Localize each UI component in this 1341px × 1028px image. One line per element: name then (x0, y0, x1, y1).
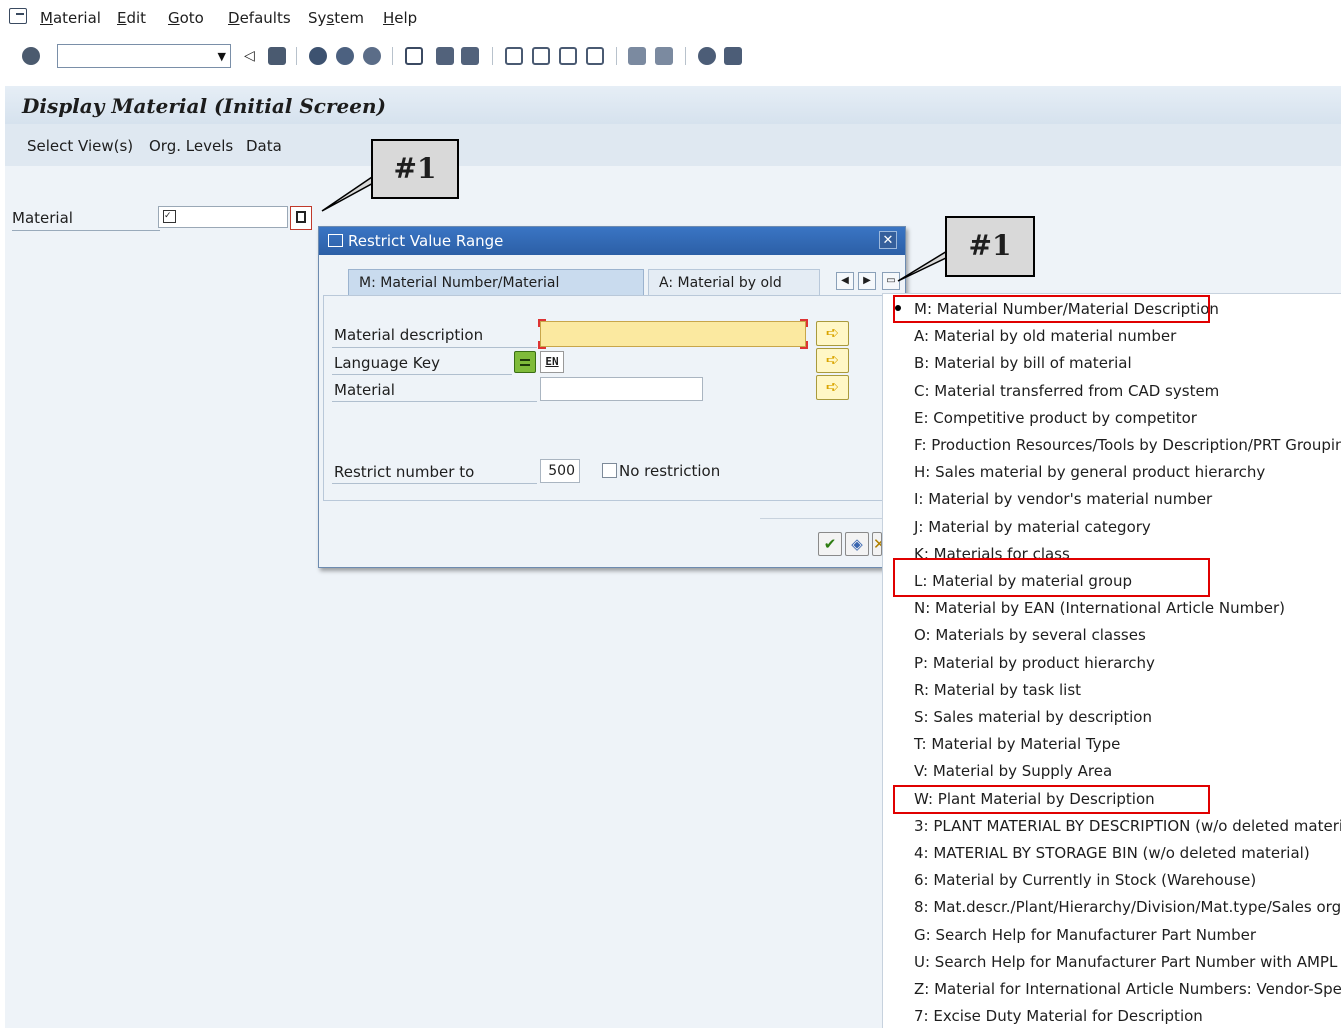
label-underline (332, 401, 537, 402)
search-help-item[interactable]: 6: Material by Currently in Stock (Wareh… (914, 871, 1256, 889)
window-menu-icon[interactable] (9, 8, 27, 24)
find-icon[interactable] (436, 47, 454, 65)
search-help-item[interactable]: C: Material transferred from CAD system (914, 382, 1219, 400)
multiple-selection-button[interactable]: ➪ (816, 321, 849, 346)
label-underline (332, 374, 512, 375)
multiple-selection-button[interactable]: ➪ (816, 348, 849, 373)
toolbar-separator (492, 47, 493, 65)
material-input[interactable]: ✓ (158, 206, 288, 228)
restrict-number-label: Restrict number to (334, 463, 475, 481)
find-button[interactable]: ◈ (845, 532, 869, 556)
data-button[interactable]: Data (246, 137, 282, 155)
search-help-item[interactable]: G: Search Help for Manufacturer Part Num… (914, 926, 1256, 944)
search-help-item[interactable]: O: Materials by several classes (914, 626, 1146, 644)
tab-scroll-left-icon[interactable]: ◀ (836, 272, 854, 290)
material-description-label: Material description (334, 326, 484, 344)
enter-icon[interactable] (22, 47, 40, 65)
search-help-item[interactable]: J: Material by material category (914, 518, 1151, 536)
no-restriction-checkbox[interactable] (602, 463, 617, 478)
tab-material-old[interactable]: A: Material by old m... (648, 269, 820, 317)
menu-edit[interactable]: Edit (117, 9, 146, 27)
search-help-item[interactable]: F: Production Resources/Tools by Descrip… (914, 436, 1341, 454)
value-help-button[interactable] (290, 206, 312, 230)
search-help-item[interactable]: Z: Material for International Article Nu… (914, 980, 1341, 998)
new-session-icon[interactable] (628, 47, 646, 65)
toolbar-separator (616, 47, 617, 65)
last-page-icon[interactable] (586, 47, 604, 65)
label-underline (12, 230, 160, 231)
menu-system[interactable]: System (308, 9, 364, 27)
highlight-box (893, 558, 1210, 597)
help-icon[interactable] (698, 47, 716, 65)
search-help-item[interactable]: B: Material by bill of material (914, 354, 1132, 372)
continue-button[interactable]: ✔ (818, 532, 842, 556)
menu-goto[interactable]: Goto (168, 9, 204, 27)
back-green-icon[interactable] (309, 47, 327, 65)
org-levels-button[interactable]: Org. Levels (149, 137, 233, 155)
shortcut-icon[interactable] (655, 47, 673, 65)
highlight-box (893, 785, 1210, 814)
required-check-icon: ✓ (163, 210, 176, 223)
menu-defaults[interactable]: Defaults (228, 9, 291, 27)
toolbar-separator (296, 47, 297, 65)
callout-label: #1 (945, 216, 1035, 277)
equals-option-icon[interactable] (514, 351, 536, 373)
callout-label: #1 (371, 139, 459, 199)
search-help-item[interactable]: V: Material by Supply Area (914, 762, 1112, 780)
search-help-item[interactable]: 8: Mat.descr./Plant/Hierarchy/Division/M… (914, 898, 1341, 916)
layout-icon[interactable] (724, 47, 742, 65)
dialog-title: Restrict Value Range (348, 232, 504, 250)
search-help-item[interactable]: 4: MATERIAL BY STORAGE BIN (w/o deleted … (914, 844, 1310, 862)
material-description-input[interactable] (538, 319, 808, 349)
search-help-item[interactable]: I: Material by vendor's material number (914, 490, 1212, 508)
language-key-label: Language Key (334, 354, 440, 372)
material-label: Material (334, 381, 395, 399)
page-title: Display Material (Initial Screen) (22, 94, 386, 118)
next-page-icon[interactable] (559, 47, 577, 65)
highlight-box (893, 295, 1210, 323)
search-help-item[interactable]: U: Search Help for Manufacturer Part Num… (914, 953, 1337, 971)
restrict-number-input[interactable]: 500 (540, 459, 580, 483)
search-help-item[interactable]: P: Material by product hierarchy (914, 654, 1155, 672)
multiple-selection-button[interactable]: ➪ (816, 375, 849, 400)
material-label: Material (12, 209, 73, 227)
search-help-item[interactable]: H: Sales material by general product hie… (914, 463, 1265, 481)
search-help-item[interactable]: R: Material by task list (914, 681, 1081, 699)
command-field[interactable]: ▼ (57, 44, 231, 68)
save-icon[interactable] (268, 47, 286, 65)
toolbar-separator (685, 47, 686, 65)
footer-divider (760, 518, 884, 519)
search-help-item[interactable]: S: Sales material by description (914, 708, 1152, 726)
tab-scroll-right-icon[interactable]: ▶ (858, 272, 876, 290)
no-restriction-label: No restriction (619, 462, 721, 480)
search-help-item[interactable]: E: Competitive product by competitor (914, 409, 1197, 427)
cancel-icon[interactable] (363, 47, 381, 65)
label-underline (332, 483, 537, 484)
back-icon[interactable]: ◁ (244, 47, 262, 65)
search-help-item[interactable]: T: Material by Material Type (914, 735, 1120, 753)
print-icon[interactable] (405, 47, 423, 65)
toolbar-separator (392, 47, 393, 65)
exit-icon[interactable] (336, 47, 354, 65)
dialog-window-icon (328, 234, 343, 247)
menu-material[interactable]: Material (40, 9, 101, 27)
search-help-item[interactable]: 7: Excise Duty Material for Description (914, 1007, 1203, 1025)
first-page-icon[interactable] (505, 47, 523, 65)
tab-material-number[interactable]: M: Material Number/Material Description (348, 269, 644, 317)
material-number-input[interactable] (540, 377, 703, 401)
search-help-item[interactable]: 3: PLANT MATERIAL BY DESCRIPTION (w/o de… (914, 817, 1341, 835)
chevron-down-icon[interactable]: ▼ (218, 50, 226, 63)
find-next-icon[interactable] (461, 47, 479, 65)
menu-help[interactable]: Help (383, 9, 417, 27)
search-help-item[interactable]: N: Material by EAN (International Articl… (914, 599, 1285, 617)
search-help-item[interactable]: A: Material by old material number (914, 327, 1176, 345)
cancel-button[interactable]: ✕ (872, 532, 882, 556)
select-views-button[interactable]: Select View(s) (27, 137, 133, 155)
language-key-input[interactable]: EN (540, 351, 564, 373)
label-underline (332, 347, 537, 348)
prev-page-icon[interactable] (532, 47, 550, 65)
